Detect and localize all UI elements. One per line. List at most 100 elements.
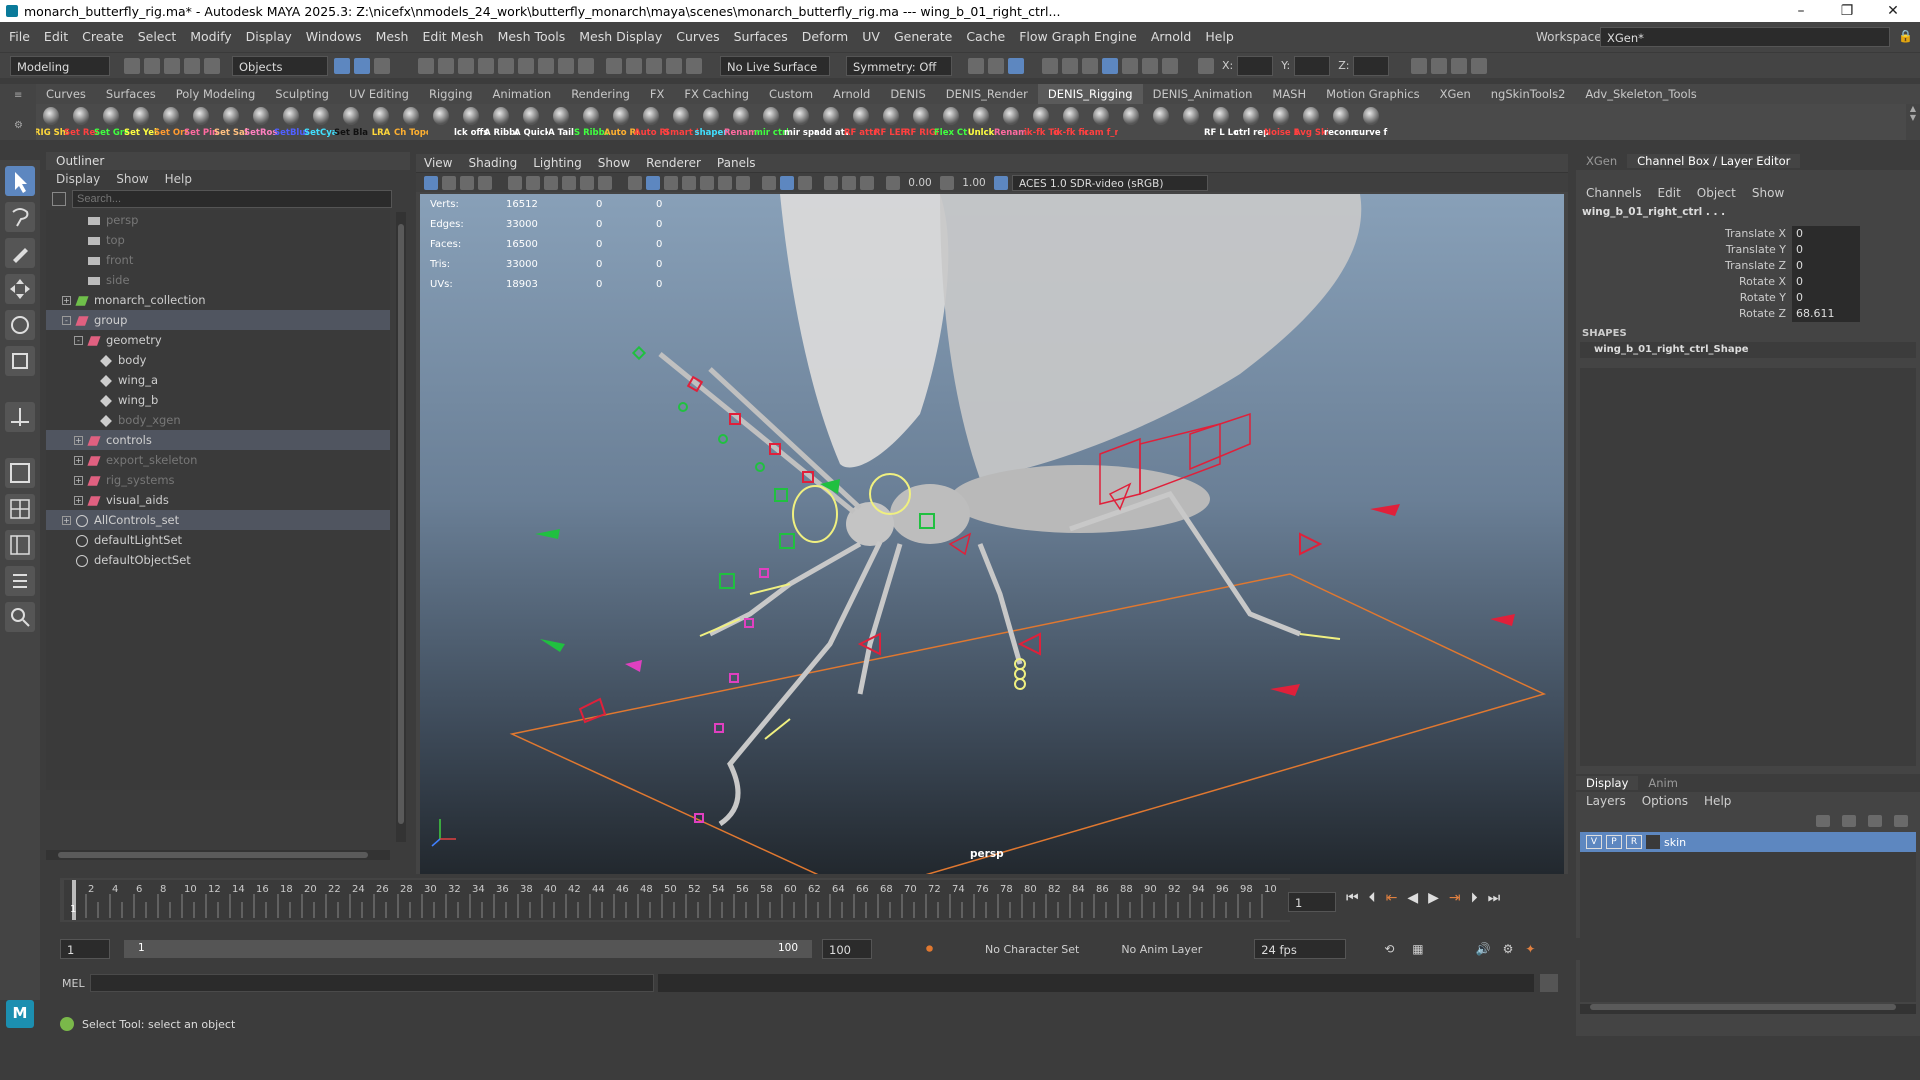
- frame-icon[interactable]: [842, 175, 856, 190]
- modeling-toolkit-icon[interactable]: [1411, 57, 1428, 74]
- outliner-item[interactable]: + visual_aids: [46, 490, 390, 510]
- new-scene-icon[interactable]: [124, 57, 140, 74]
- step-forward-key-icon[interactable]: ⇥: [1449, 890, 1461, 906]
- shelf-tab-motion-graphics[interactable]: Motion Graphics: [1316, 84, 1429, 104]
- expand-toggle-icon[interactable]: +: [74, 496, 83, 505]
- color-management-icon[interactable]: [994, 175, 1008, 190]
- outliner-item[interactable]: wing_a: [46, 370, 390, 390]
- viewport-3d-scene[interactable]: Verts: 16512 0 0 Edges: 33000 0 0 Faces: 16500 0 0 T…: [420, 194, 1564, 874]
- hypershade-icon[interactable]: [1062, 57, 1078, 74]
- arnold-render-icon[interactable]: [1102, 57, 1118, 74]
- save-scene-icon[interactable]: [164, 57, 180, 74]
- shelf-button[interactable]: Set Blac: [334, 104, 368, 140]
- filter-icon[interactable]: [52, 192, 66, 206]
- shelf-button[interactable]: [1146, 104, 1176, 140]
- shelf-button[interactable]: SetCyan: [304, 104, 338, 140]
- shelf-button[interactable]: SetBlue: [274, 104, 308, 140]
- shelf-button[interactable]: Noise E: [1264, 104, 1298, 140]
- channel-value-field[interactable]: 68.611: [1792, 306, 1860, 322]
- field-chart-icon[interactable]: [598, 175, 612, 190]
- ipr-icon[interactable]: [686, 57, 702, 74]
- camera-attributes-icon[interactable]: [424, 175, 438, 190]
- shelf-button[interactable]: lck offse: [454, 104, 488, 140]
- new-empty-layer-icon[interactable]: [1868, 815, 1882, 827]
- cb-menu-edit[interactable]: Edit: [1658, 186, 1681, 200]
- lasso-tool-icon[interactable]: [5, 202, 35, 232]
- menu-arnold[interactable]: Arnold: [1144, 22, 1198, 52]
- workspace-dropdown[interactable]: XGen*: [1600, 27, 1890, 47]
- exposure-field[interactable]: 0.00: [902, 177, 938, 189]
- shelf-tab-fx-caching[interactable]: FX Caching: [674, 84, 759, 104]
- move-layer-up-icon[interactable]: [1816, 815, 1830, 827]
- shelf-button[interactable]: LRA: [366, 104, 396, 140]
- output-icon[interactable]: [646, 57, 662, 74]
- shelf-button[interactable]: Unlck: [966, 104, 996, 140]
- menu-cache[interactable]: Cache: [959, 22, 1012, 52]
- render-icon[interactable]: [666, 57, 682, 74]
- hud-icon[interactable]: [860, 175, 874, 190]
- animation-end-field[interactable]: 100: [822, 939, 872, 959]
- redo-icon[interactable]: [204, 57, 220, 74]
- paint-select-tool-icon[interactable]: [5, 238, 35, 268]
- shelf-button[interactable]: Ch Topo: [394, 104, 428, 140]
- shelf-tab-denis-animation[interactable]: DENIS_Animation: [1143, 84, 1263, 104]
- shelf-button[interactable]: A Quick: [514, 104, 548, 140]
- tool-settings-icon[interactable]: [1451, 57, 1468, 74]
- viewport-menu-show[interactable]: Show: [598, 154, 630, 172]
- shelf-button[interactable]: Avg Ski: [1294, 104, 1328, 140]
- tab-xgen[interactable]: XGen: [1576, 154, 1627, 168]
- outliner-item[interactable]: defaultLightSet: [46, 530, 390, 550]
- play-backwards-icon[interactable]: ◀: [1407, 890, 1418, 906]
- go-to-end-icon[interactable]: ⏭: [1488, 890, 1501, 906]
- tab-display-layers[interactable]: Display: [1576, 776, 1639, 790]
- snap-grid-icon[interactable]: [418, 57, 434, 74]
- snap-point-icon[interactable]: [458, 57, 474, 74]
- outliner-item[interactable]: + controls: [46, 430, 390, 450]
- tab-channel-box[interactable]: Channel Box / Layer Editor: [1627, 154, 1801, 168]
- lights-icon[interactable]: [718, 175, 732, 190]
- menu-mesh-tools[interactable]: Mesh Tools: [491, 22, 573, 52]
- shelf-button[interactable]: A Ribbo: [484, 104, 518, 140]
- snap-surface-icon[interactable]: [498, 57, 514, 74]
- open-scene-icon[interactable]: [144, 57, 160, 74]
- layer-playback-toggle[interactable]: P: [1606, 835, 1622, 849]
- outliner-item[interactable]: top: [46, 230, 390, 250]
- construction-history-icon[interactable]: [606, 57, 622, 74]
- menu-curves[interactable]: Curves: [669, 22, 726, 52]
- shelf-button[interactable]: Auto RIG: [604, 104, 638, 140]
- shelf-tab-curves[interactable]: Curves: [36, 84, 96, 104]
- outliner-menu-show[interactable]: Show: [116, 172, 148, 186]
- shelf-button[interactable]: Set Gre: [94, 104, 128, 140]
- grid-icon[interactable]: [526, 175, 540, 190]
- rotate-tool-icon[interactable]: [5, 310, 35, 340]
- shelf-button[interactable]: Flex Ctr: [934, 104, 968, 140]
- sound-icon[interactable]: 🔊: [1476, 942, 1491, 956]
- render-setup-icon[interactable]: [1082, 57, 1098, 74]
- outliner-item[interactable]: front: [46, 250, 390, 270]
- viewport-menu-view[interactable]: View: [424, 154, 452, 172]
- outliner-search-input[interactable]: [72, 190, 392, 208]
- live-surface-dropdown[interactable]: No Live Surface: [720, 55, 830, 76]
- expand-toggle-icon[interactable]: +: [74, 476, 83, 485]
- shelf-button[interactable]: RF attri: [844, 104, 878, 140]
- range-slider-handle[interactable]: [124, 940, 812, 958]
- outliner-item[interactable]: wing_b: [46, 390, 390, 410]
- snap-view-icon[interactable]: [478, 57, 494, 74]
- shelf-button[interactable]: Set Yell: [124, 104, 158, 140]
- cache-playback-icon[interactable]: ▦: [1412, 942, 1423, 956]
- shelf-button[interactable]: Set Pin: [184, 104, 218, 140]
- menu-file[interactable]: File: [2, 22, 37, 52]
- shelf-button[interactable]: reconne: [1324, 104, 1358, 140]
- channel-value-field[interactable]: 0: [1792, 274, 1860, 290]
- channel-row[interactable]: Rotate Y 0: [1576, 290, 1920, 306]
- shelf-button[interactable]: Smart Eye RIG: [664, 104, 698, 140]
- shelf-button[interactable]: mir spr: [784, 104, 818, 140]
- shelf-button[interactable]: Auto RIG: [634, 104, 668, 140]
- menu-flow-graph-engine[interactable]: Flow Graph Engine: [1012, 22, 1144, 52]
- cb-shape-name[interactable]: wing_b_01_right_ctrl_Shape: [1580, 342, 1916, 358]
- expand-toggle-icon[interactable]: +: [74, 456, 83, 465]
- outliner-scrollbar[interactable]: [396, 212, 406, 842]
- gate-mask-icon[interactable]: [580, 175, 594, 190]
- outliner-item[interactable]: + rig_systems: [46, 470, 390, 490]
- mel-label[interactable]: MEL: [46, 977, 86, 990]
